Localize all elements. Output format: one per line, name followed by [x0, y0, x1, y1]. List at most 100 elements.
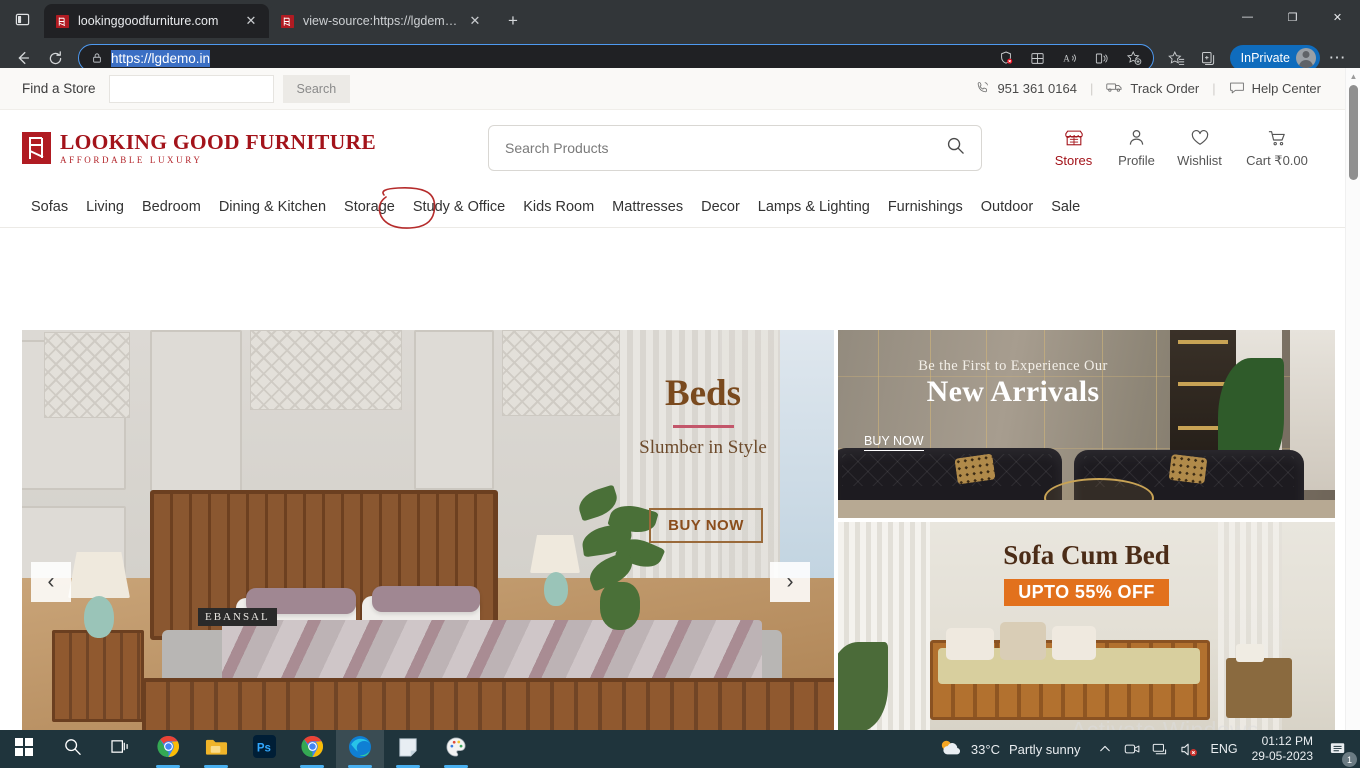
taskbar-edge[interactable]	[336, 730, 384, 768]
pillow	[1052, 626, 1096, 660]
cushion	[1000, 622, 1046, 660]
taskbar-search-button[interactable]	[48, 730, 96, 768]
split-screen-icon[interactable]	[1025, 46, 1051, 70]
add-favorite-icon[interactable]	[1121, 46, 1147, 70]
new-arrivals-banner[interactable]: Be the First to Experience Our New Arriv…	[838, 330, 1335, 518]
scrollbar-thumb[interactable]	[1349, 85, 1358, 180]
page-scrollbar[interactable]: ▲	[1345, 68, 1360, 730]
tab-1[interactable]: view-source:https://lgdemo.in ✕	[269, 4, 493, 38]
tab-1-close-icon[interactable]: ✕	[467, 13, 483, 29]
meet-now-icon[interactable]	[1119, 730, 1147, 768]
new-arrivals-eyebrow: Be the First to Experience Our	[918, 358, 1108, 374]
search-icon	[63, 737, 82, 761]
nav-item-study-office[interactable]: Study & Office	[404, 199, 514, 215]
wishlist-label: Wishlist	[1177, 152, 1222, 168]
nav-item-sale[interactable]: Sale	[1042, 199, 1089, 215]
product-search-box[interactable]: Search Products	[488, 125, 982, 171]
edge-icon	[348, 735, 372, 764]
nav-item-outdoor[interactable]: Outdoor	[972, 199, 1042, 215]
nav-item-kids-room[interactable]: Kids Room	[514, 199, 603, 215]
help-center-link[interactable]: Help Center	[1227, 80, 1323, 98]
search-icon[interactable]	[946, 136, 965, 160]
volume-muted-icon[interactable]	[1175, 730, 1203, 768]
hero-section: EBANSAL Beds Slumber in Style BUY NOW ‹ …	[0, 264, 1345, 730]
store-search-button[interactable]: Search	[282, 74, 351, 103]
photoshop-icon: Ps	[252, 735, 276, 763]
address-bar-url[interactable]: https://lgdemo.in	[111, 49, 987, 67]
nav-item-dining-kitchen[interactable]: Dining & Kitchen	[210, 199, 335, 215]
network-icon[interactable]	[1147, 730, 1175, 768]
weather-widget[interactable]: 33°C Partly sunny	[934, 738, 1091, 761]
nav-item-living[interactable]: Living	[77, 199, 133, 215]
nav-item-storage[interactable]: Storage	[335, 199, 404, 215]
chrome-icon	[156, 735, 180, 763]
floor	[838, 500, 1335, 518]
nav-item-decor[interactable]: Decor	[692, 199, 749, 215]
nav-item-furnishings[interactable]: Furnishings	[879, 199, 972, 215]
taskbar-paint[interactable]	[432, 730, 480, 768]
taskbar-sticky-notes[interactable]	[384, 730, 432, 768]
windows-logo-icon	[15, 737, 33, 761]
lock-icon	[89, 52, 105, 64]
hero-cta-wrap: BUY NOW	[626, 508, 786, 543]
task-view-button[interactable]	[96, 730, 144, 768]
furniture-chair-icon	[279, 13, 295, 29]
nav-item-lamps-lighting[interactable]: Lamps & Lighting	[749, 199, 879, 215]
sofa-cum-bed-banner[interactable]: Sofa Cum Bed UPTO 55% OFF	[838, 522, 1335, 730]
maximize-button[interactable]: ❐	[1270, 0, 1315, 34]
track-order-link[interactable]: Track Order	[1104, 80, 1201, 97]
tab-actions-menu-icon[interactable]	[0, 0, 44, 38]
new-tab-button[interactable]: +	[499, 7, 527, 35]
find-a-store-input[interactable]	[108, 74, 274, 103]
language-indicator[interactable]: ENG	[1203, 730, 1246, 768]
sofa-cum-bed-copy: Sofa Cum Bed UPTO 55% OFF	[838, 540, 1335, 606]
clock[interactable]: 01:12 PM 29-05-2023	[1246, 734, 1322, 764]
truck-icon	[1106, 80, 1123, 97]
phone-icon	[975, 80, 990, 98]
scrollbar-up-arrow-icon[interactable]: ▲	[1346, 70, 1360, 83]
phone-number-text: 951 361 0164	[997, 81, 1077, 96]
carousel-next-button[interactable]: ›	[770, 562, 810, 602]
nav-item-sofas[interactable]: Sofas	[22, 199, 77, 215]
read-aloud-icon[interactable]: A	[1057, 46, 1083, 70]
user-icon	[1127, 128, 1146, 148]
tracking-prevention-icon[interactable]	[993, 46, 1019, 70]
hero-title: Beds	[664, 373, 742, 414]
profile-button[interactable]: Profile	[1105, 128, 1168, 168]
site-logo[interactable]: LOOKING GOOD FURNITURE AFFORDABLE LUXURY	[22, 131, 376, 165]
nav-item-bedroom[interactable]: Bedroom	[133, 199, 210, 215]
main-navigation: Sofas Living Bedroom Dining & Kitchen St…	[0, 186, 1345, 229]
tab-0[interactable]: lookinggoodfurniture.com ✕	[44, 4, 269, 38]
leopard-cushion	[954, 453, 996, 485]
folder-icon	[205, 737, 228, 762]
lamp-shade	[68, 552, 130, 598]
hero-buy-now-button[interactable]: BUY NOW	[649, 508, 763, 543]
immersive-reader-icon[interactable]	[1089, 46, 1115, 70]
hero-subtitle: Slumber in Style	[639, 437, 767, 458]
taskbar-photoshop[interactable]: Ps	[240, 730, 288, 768]
show-hidden-icons-button[interactable]	[1091, 730, 1119, 768]
hero-carousel-banner[interactable]: EBANSAL Beds Slumber in Style BUY NOW ‹ …	[22, 330, 834, 730]
taskbar-file-explorer[interactable]	[192, 730, 240, 768]
stores-label: Stores	[1054, 152, 1093, 168]
phone-number[interactable]: 951 361 0164	[973, 80, 1079, 98]
weather-condition: Partly sunny	[1008, 741, 1081, 757]
nav-item-mattresses[interactable]: Mattresses	[603, 199, 692, 215]
chrome-icon	[300, 735, 324, 763]
minimize-button[interactable]: —	[1225, 0, 1270, 34]
start-button[interactable]	[0, 730, 48, 768]
lamp-base	[544, 572, 568, 606]
notification-center-button[interactable]: 1	[1322, 730, 1357, 768]
close-button[interactable]: ✕	[1315, 0, 1360, 34]
cart-button[interactable]: Cart ₹0.00	[1231, 128, 1323, 169]
stores-button[interactable]: Stores	[1042, 128, 1105, 168]
new-arrivals-buy-now-button[interactable]: BUY NOW	[864, 434, 924, 451]
clock-date: 29-05-2023	[1251, 749, 1313, 763]
wishlist-button[interactable]: Wishlist	[1168, 128, 1231, 168]
taskbar-chrome[interactable]	[144, 730, 192, 768]
tab-0-close-icon[interactable]: ✕	[243, 13, 259, 29]
profile-label: Profile	[1118, 152, 1155, 168]
help-center-text: Help Center	[1251, 81, 1321, 96]
taskbar-chrome-2[interactable]	[288, 730, 336, 768]
carousel-prev-button[interactable]: ‹	[31, 562, 71, 602]
